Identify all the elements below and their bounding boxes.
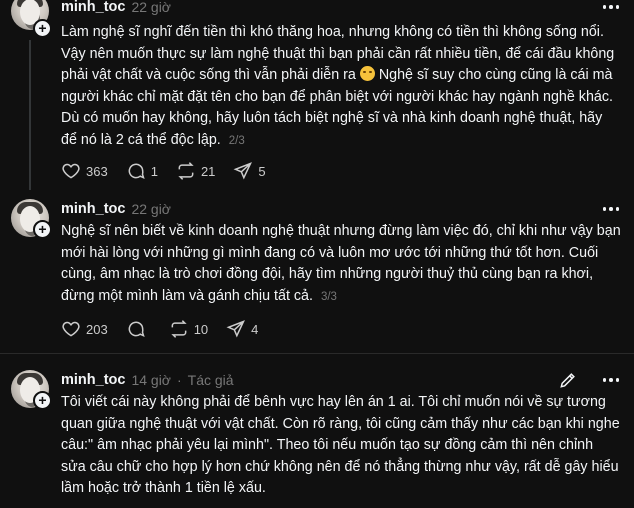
post-header: minh_toc 22 giờ xyxy=(61,0,171,17)
thread-line xyxy=(29,40,31,190)
post-3: + minh_toc 14 giờ · Tác giả Tôi viết cái… xyxy=(0,369,634,508)
timestamp[interactable]: 14 giờ xyxy=(131,372,171,388)
like-button[interactable]: 203 xyxy=(61,319,108,339)
username[interactable]: minh_toc xyxy=(61,0,125,15)
send-icon xyxy=(226,320,246,338)
share-count: 4 xyxy=(251,321,259,337)
heart-icon xyxy=(62,321,80,337)
edit-pencil-icon[interactable] xyxy=(558,370,578,390)
share-button[interactable]: 5 xyxy=(233,161,266,181)
heart-icon xyxy=(62,163,80,179)
action-bar: 363 1 21 5 xyxy=(61,160,284,182)
reply-button[interactable]: 1 xyxy=(126,161,158,181)
page-count: 2/3 xyxy=(228,134,245,147)
send-icon xyxy=(233,162,253,180)
post-2: + minh_toc 22 giờ Nghệ sĩ nên biết về ki… xyxy=(0,198,634,348)
follow-plus-icon[interactable]: + xyxy=(33,391,52,410)
username[interactable]: minh_toc xyxy=(61,372,125,388)
post-body: Làm nghệ sĩ nghĩ đến tiền thì khó thăng … xyxy=(61,24,615,148)
action-bar: 203 10 4 xyxy=(61,318,276,340)
follow-plus-icon[interactable]: + xyxy=(33,19,52,38)
like-button[interactable]: 363 xyxy=(61,161,108,181)
username[interactable]: minh_toc xyxy=(61,201,125,217)
divider xyxy=(0,353,634,354)
share-count: 5 xyxy=(258,163,266,179)
author-badge: Tác giả xyxy=(187,372,234,388)
post-header: minh_toc 14 giờ · Tác giả xyxy=(61,370,234,390)
reply-count: 1 xyxy=(150,163,158,179)
like-count: 203 xyxy=(86,321,108,337)
repost-button[interactable]: 21 xyxy=(176,161,215,181)
repost-icon xyxy=(178,162,194,180)
repost-icon xyxy=(171,320,187,338)
share-button[interactable]: 4 xyxy=(226,319,258,339)
repost-count: 10 xyxy=(193,321,209,337)
reply-button[interactable] xyxy=(126,319,151,339)
post-body: Tôi viết cái này không phải để bênh vực … xyxy=(61,394,620,496)
follow-plus-icon[interactable]: + xyxy=(33,220,52,239)
comment-icon xyxy=(128,321,145,338)
repost-button[interactable]: 10 xyxy=(169,319,208,339)
separator-dot: · xyxy=(177,372,182,388)
more-options-icon[interactable] xyxy=(600,199,622,219)
repost-count: 21 xyxy=(200,163,216,179)
post-body: Nghệ sĩ nên biết về kinh doanh nghệ thuậ… xyxy=(61,223,621,304)
timestamp[interactable]: 22 giờ xyxy=(131,0,171,15)
more-options-icon[interactable] xyxy=(600,370,622,390)
post-1: + minh_toc 22 giờ Làm nghệ sĩ nghĩ đến t… xyxy=(0,0,634,190)
page-count: 3/3 xyxy=(320,290,337,303)
comment-icon xyxy=(128,163,145,180)
post-header: minh_toc 22 giờ xyxy=(61,199,171,219)
timestamp[interactable]: 22 giờ xyxy=(131,201,171,217)
rolling-on-floor-laughing-emoji-icon xyxy=(359,66,375,81)
more-options-icon[interactable] xyxy=(600,0,622,17)
like-count: 363 xyxy=(86,163,108,179)
